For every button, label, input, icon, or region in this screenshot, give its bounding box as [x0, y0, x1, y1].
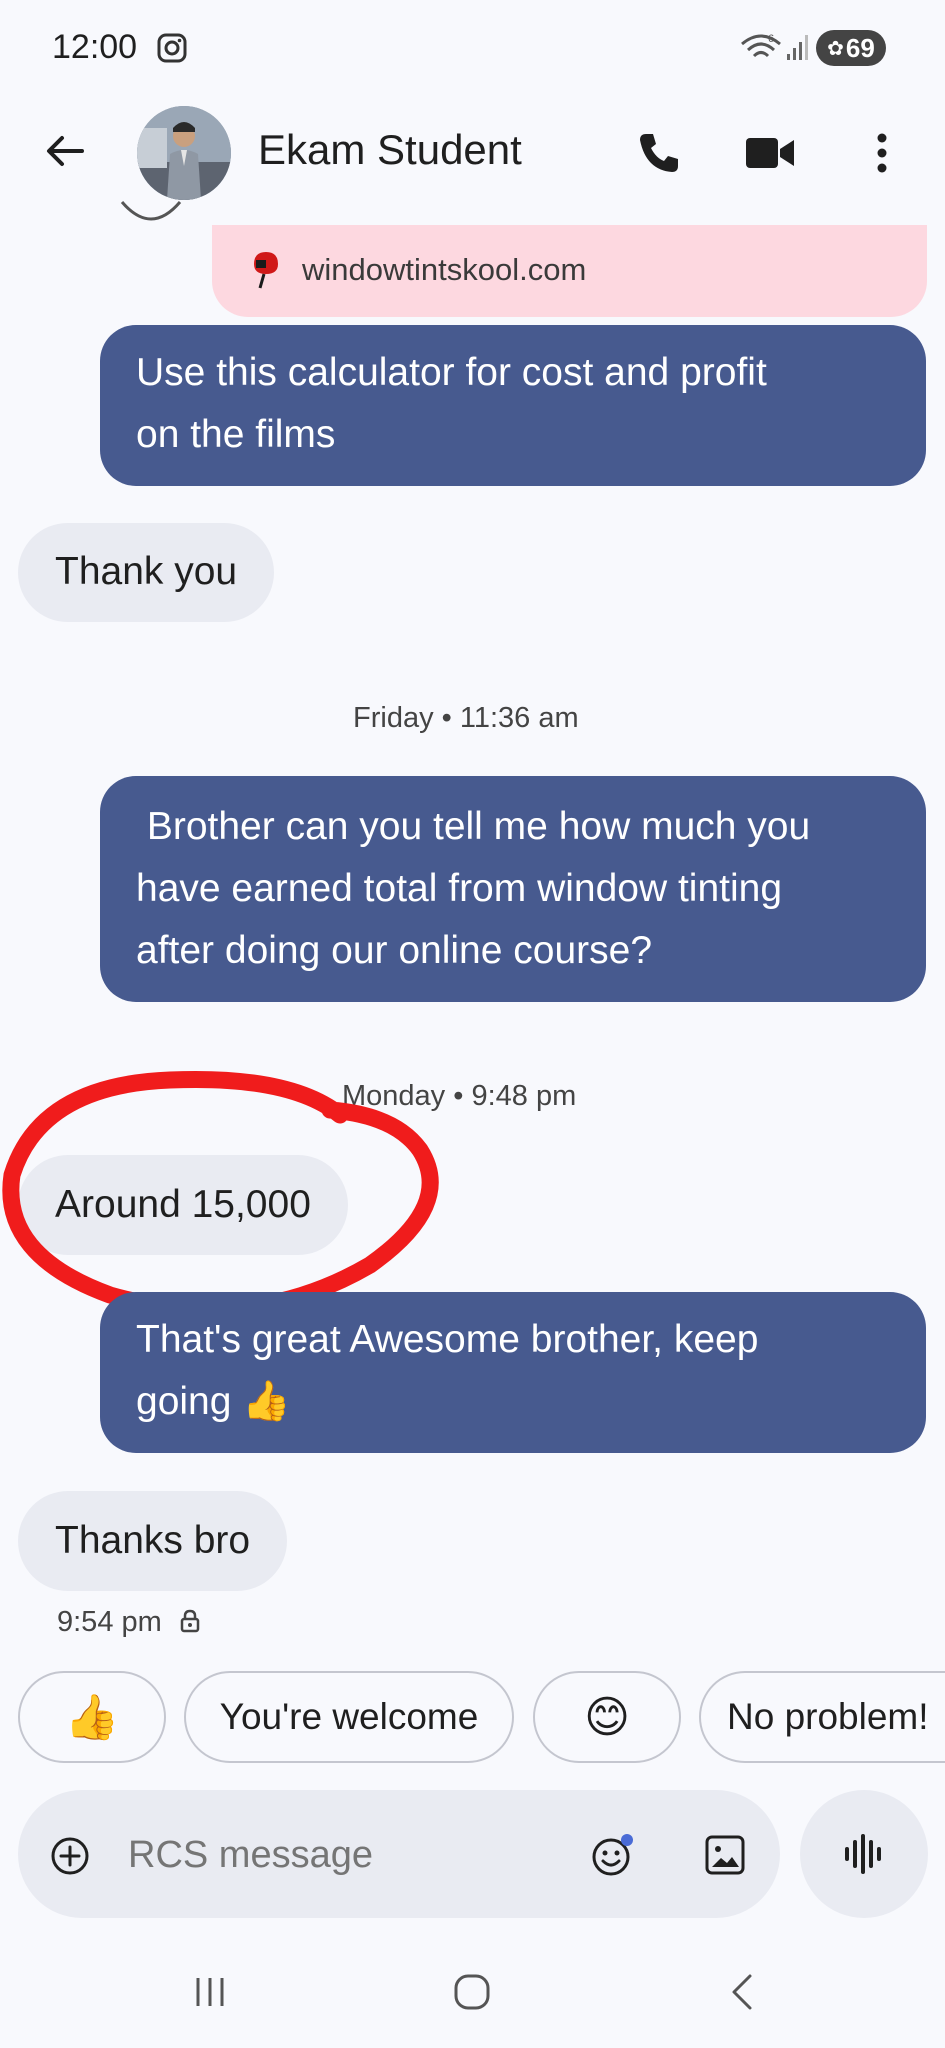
message-time: 9:54 pm: [57, 1606, 200, 1639]
battery-level: 69: [845, 32, 875, 63]
message-incoming[interactable]: Thank you: [18, 523, 275, 622]
emoji-icon[interactable]: [590, 1832, 636, 1878]
message-text-line: That's great Awesome brother, keep: [136, 1318, 759, 1361]
battery-indicator: ✿ 69: [816, 30, 886, 66]
video-call-icon[interactable]: [744, 133, 796, 173]
recent-apps-icon[interactable]: [190, 1972, 230, 2012]
suggestion-chip-no-problem[interactable]: No problem!: [699, 1671, 945, 1763]
status-time: 12:00: [52, 28, 138, 66]
suggestion-chip-thumbs-up[interactable]: 👍: [18, 1671, 166, 1763]
message-text: Thanks bro: [55, 1519, 251, 1562]
message-text-line: after doing our online course?: [136, 929, 653, 972]
wifi-icon: 6: [741, 33, 781, 58]
contact-avatar[interactable]: [137, 106, 231, 200]
voice-waveform-icon: [845, 1834, 881, 1874]
voice-message-button[interactable]: [800, 1790, 928, 1918]
date-divider: Friday • 11:36 am: [353, 702, 579, 734]
site-favicon-icon: [254, 252, 278, 289]
instagram-icon: [157, 33, 187, 63]
message-text-line: going 👍: [136, 1380, 291, 1423]
message-text-line: on the films: [136, 413, 336, 456]
home-icon[interactable]: [452, 1972, 492, 2012]
message-text-line: have earned total from window tinting: [136, 867, 783, 910]
gallery-icon[interactable]: [704, 1834, 746, 1876]
message-outgoing[interactable]: Brother can you tell me how much you hav…: [100, 776, 926, 1002]
message-time-text: 9:54 pm: [57, 1606, 162, 1638]
suggestion-text: No problem!: [727, 1696, 929, 1737]
suggestion-text: You're welcome: [219, 1696, 479, 1737]
add-attachment-icon[interactable]: [50, 1836, 90, 1876]
contact-name[interactable]: Ekam Student: [258, 126, 522, 174]
phone-icon[interactable]: [636, 130, 682, 176]
message-text-line: Brother can you tell me how much you: [136, 805, 811, 848]
suggestion-text: 😊: [584, 1692, 630, 1742]
battery-leaf-icon: ✿: [827, 37, 844, 60]
message-text-line: Use this calculator for cost and profit: [136, 351, 767, 394]
signal-icon: [787, 35, 808, 60]
link-preview-url[interactable]: windowtintskool.com: [302, 252, 586, 288]
suggestion-text: 👍: [64, 1693, 120, 1742]
message-outgoing[interactable]: That's great Awesome brother, keep going…: [100, 1292, 926, 1453]
message-outgoing[interactable]: Use this calculator for cost and profit …: [100, 325, 926, 486]
avatar-image: [137, 106, 231, 200]
more-vert-icon[interactable]: [868, 130, 896, 176]
message-text: Thank you: [55, 550, 238, 593]
back-nav-icon[interactable]: [722, 1972, 762, 2012]
back-arrow-icon[interactable]: [42, 128, 88, 174]
svg-text:6: 6: [768, 33, 774, 45]
message-input[interactable]: [128, 1830, 428, 1880]
message-incoming[interactable]: Thanks bro: [18, 1491, 288, 1591]
suggestion-chip-smile[interactable]: 😊: [533, 1671, 681, 1763]
lock-icon: [180, 1609, 200, 1633]
reaction-circle-icon: [120, 201, 182, 221]
suggestion-chip-youre-welcome[interactable]: You're welcome: [184, 1671, 514, 1763]
red-circle-annotation: [2, 1070, 439, 1319]
